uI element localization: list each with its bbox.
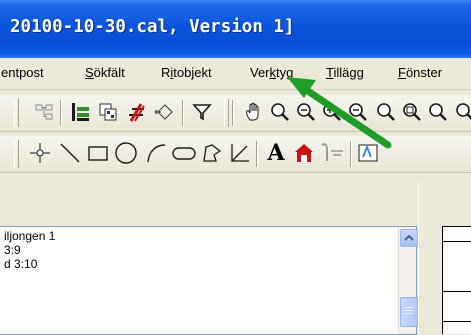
grid-line	[443, 321, 471, 322]
right-pane-grid	[442, 226, 471, 334]
point-icon[interactable]	[26, 139, 54, 167]
arc-icon[interactable]	[142, 139, 170, 167]
text-icon[interactable]: A	[262, 139, 290, 167]
copy-layers-icon[interactable]	[94, 98, 122, 126]
menu-item-verktyg[interactable]: Verktyg	[250, 65, 293, 80]
menu-item-tillagg[interactable]: Tillägg	[326, 65, 364, 80]
rectangle-icon[interactable]	[84, 139, 112, 167]
layer-tree-icon[interactable]	[30, 98, 58, 126]
angle-icon[interactable]	[226, 139, 254, 167]
rounded-shape-icon[interactable]	[170, 139, 198, 167]
menu-item-kartpost[interactable]: entpost	[1, 65, 44, 80]
red-tool-icon[interactable]	[122, 98, 150, 126]
object-panel: iljongen 1 3:9 d 3:10	[0, 182, 418, 335]
node-arrows-icon[interactable]	[150, 98, 178, 126]
grid-line	[443, 241, 471, 242]
window-title-bar[interactable]: 20100-10-30.cal, Version 1]	[0, 0, 471, 58]
house-symbol-icon[interactable]	[290, 139, 318, 167]
toolbar-grip[interactable]	[14, 140, 19, 168]
menu-bar: entpost Sökfält Ritobjekt Verktyg Tilläg…	[0, 58, 471, 90]
list-item[interactable]: iljongen 1	[4, 229, 55, 243]
gray-symbol-icon[interactable]	[318, 139, 346, 167]
zoom-prev-icon[interactable]	[450, 98, 471, 126]
text-tool-label: A	[267, 140, 285, 166]
vertical-scrollbar[interactable]	[398, 227, 418, 334]
pan-hand-icon[interactable]	[240, 98, 268, 126]
zoom-out-icon[interactable]	[344, 98, 372, 126]
grid-line	[443, 291, 471, 292]
scroll-up-button[interactable]	[400, 229, 418, 247]
scroll-thumb[interactable]	[400, 297, 418, 327]
text-box-icon[interactable]	[354, 139, 382, 167]
zoom-extra-icon[interactable]	[372, 98, 400, 126]
filter-icon[interactable]	[188, 98, 216, 126]
right-pane	[428, 182, 471, 334]
toolbar-separator	[60, 100, 62, 126]
window-title: 20100-10-30.cal, Version 1]	[10, 17, 295, 37]
menu-item-sokfalt[interactable]: Sökfält	[85, 65, 125, 80]
toolbar-separator	[232, 100, 234, 126]
list-item[interactable]: d 3:10	[4, 257, 37, 271]
zoom-window-icon[interactable]	[398, 98, 426, 126]
zoom-in-icon[interactable]	[318, 98, 346, 126]
line-icon[interactable]	[56, 139, 84, 167]
toolbar-drawing: A	[0, 136, 471, 173]
menu-item-ritobjekt[interactable]: Ritobjekt	[161, 65, 212, 80]
object-list[interactable]: iljongen 1 3:9 d 3:10	[0, 226, 418, 335]
freehand-icon[interactable]	[198, 139, 226, 167]
ellipse-icon[interactable]	[112, 139, 140, 167]
toolbar-separator	[350, 141, 352, 167]
zoom-icon[interactable]	[266, 98, 294, 126]
toolbar-grip[interactable]	[224, 99, 229, 127]
green-layer-icon[interactable]	[66, 98, 94, 126]
toolbar-main	[0, 95, 471, 132]
list-item[interactable]: 3:9	[4, 243, 21, 257]
toolbar-separator	[256, 141, 258, 167]
menu-item-fonster[interactable]: Fönster	[398, 65, 442, 80]
zoom-all-icon[interactable]	[424, 98, 452, 126]
toolbar-grip[interactable]	[14, 99, 19, 127]
toolbar-separator	[182, 100, 184, 126]
panel-header	[0, 182, 418, 226]
zoom-minus-icon[interactable]	[292, 98, 320, 126]
chevron-up-icon	[404, 234, 414, 241]
